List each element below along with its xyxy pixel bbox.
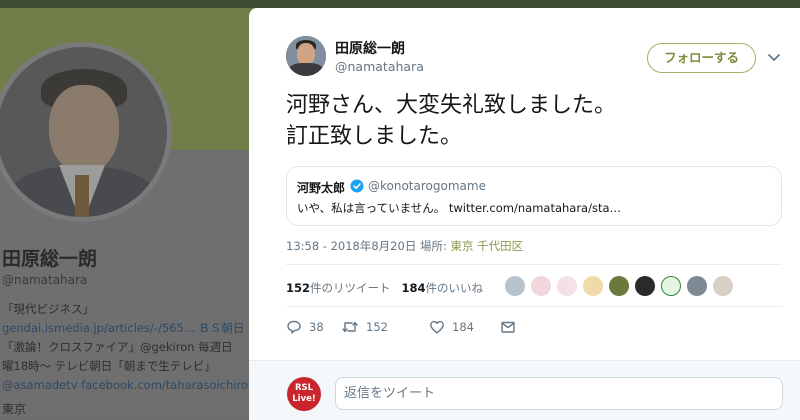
tweet-text: 河野さん、大変失礼致しました。 訂正致しました。 [286,90,616,152]
liker-avatar[interactable] [583,276,603,296]
bio-link[interactable]: @asamadetv facebook.com/taharasoichiro [2,376,248,395]
likes-count[interactable]: 184 [401,281,425,295]
divider [286,306,782,307]
quoted-tweet[interactable]: 河野太郎 @konotarogomame いや、私は言っていません。 twitt… [286,166,782,226]
liker-avatar[interactable] [531,276,551,296]
verified-badge-icon [350,179,364,193]
reply-icon [287,320,301,334]
quoted-author-handle: @konotarogomame [368,179,486,193]
heart-icon [430,320,444,334]
bio-link[interactable]: gendai.ismedia.jp/articles/-/565... ＢＳ朝日 [2,319,244,338]
liker-avatar[interactable] [661,276,681,296]
retweets-label[interactable]: 件のリツイート [310,281,391,295]
liker-avatar[interactable] [505,276,525,296]
tweet-metadata: 13:58 - 2018年8月20日 場所: 東京 千代田区 [286,238,523,254]
quoted-text: いや、私は言っていません。 twitter.com/namatahara/sta… [297,201,622,215]
author-avatar[interactable] [286,36,326,76]
envelope-icon [501,321,515,333]
liker-avatar[interactable] [687,276,707,296]
tweet-modal: 田原総一朗 @namatahara フォローする 河野さん、大変失礼致しました。… [249,8,800,420]
bio-line: 「現代ビジネス」 [2,302,94,316]
like-button[interactable]: 184 [429,319,474,335]
retweet-count: 152 [366,320,388,334]
chevron-down-icon[interactable] [766,49,782,65]
profile-avatar [0,42,172,222]
liker-avatar[interactable] [557,276,577,296]
liker-avatar[interactable] [635,276,655,296]
tweet-stats: 152件のリツイート 184件のいいね [286,280,483,296]
divider [286,264,782,265]
reply-count: 38 [309,320,324,334]
author-handle[interactable]: @namatahara [335,59,424,74]
tweet-text-line: 河野さん、大変失礼致しました。 [286,93,617,118]
quoted-author-name: 河野太郎 [297,181,346,195]
reply-composer: RSL Live! 返信をツイート [249,360,800,420]
profile-name: 田原総一朗 [2,248,98,270]
tweet-text-line: 訂正致しました。 [286,124,463,149]
profile-bio: 「現代ビジネス」 gendai.ismedia.jp/articles/-/56… [2,300,248,395]
liker-avatar[interactable] [609,276,629,296]
direct-message-button[interactable] [500,319,523,335]
reply-button[interactable]: 38 [286,319,324,335]
profile-location: 東京 [2,402,27,416]
top-nav-strip [0,0,800,8]
reply-input[interactable]: 返信をツイート [335,377,783,410]
likes-label[interactable]: 件のいいね [426,281,484,295]
bio-line: 「激論！クロスファイア」@gekiron 毎週日 [2,340,233,354]
bio-line: 曜18時〜 テレビ朝日「朝まで生テレビ」 [2,359,216,373]
tweet-timestamp: 13:58 - 2018年8月20日 場所: [286,239,451,253]
retweet-icon [342,321,358,333]
current-user-avatar[interactable]: RSL Live! [287,377,321,411]
tweet-actions: 38 152 184 [286,319,546,339]
retweets-count[interactable]: 152 [286,281,310,295]
like-count: 184 [452,320,474,334]
tweet-location-link[interactable]: 東京 千代田区 [451,239,524,253]
profile-handle: @namatahara [2,273,88,287]
retweet-button[interactable]: 152 [341,319,388,335]
liker-avatar[interactable] [713,276,733,296]
follow-button[interactable]: フォローする [647,43,756,73]
author-name[interactable]: 田原総一朗 [335,38,405,58]
